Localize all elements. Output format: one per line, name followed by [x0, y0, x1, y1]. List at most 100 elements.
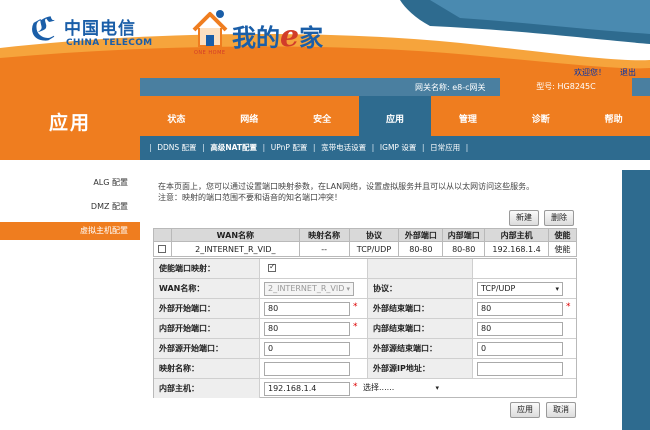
form-row-host: 内部主机： 192.168.1.4 * 选择...... ▾ [154, 379, 576, 399]
wan-label: WAN名称： [154, 279, 260, 298]
src-ip-input[interactable] [477, 362, 563, 376]
info-bar: 网关名称: e8-c网关 型号: HG8245C [140, 78, 650, 96]
wan-select[interactable]: 2_INTERNET_R_VID ▾ [264, 282, 354, 296]
nav-help[interactable]: 帮助 [577, 96, 650, 136]
table-header: 使能 [548, 228, 577, 242]
nav-network[interactable]: 网络 [213, 96, 286, 136]
brand-cn: 中国电信 [64, 19, 136, 39]
row-host: 192.168.1.4 [484, 241, 550, 257]
form-row-wan: WAN名称： 2_INTERNET_R_VID ▾ 协议： TCP/UDP ▾ [154, 279, 576, 299]
src-start-label: 外部源开始端口： [154, 339, 260, 358]
subnav-daily-apps[interactable]: 日常应用 [430, 136, 460, 160]
row-protocol: TCP/UDP [348, 241, 400, 257]
section-title-block: 应用 [0, 78, 140, 160]
host-label: 内部主机： [154, 379, 260, 398]
main-nav: 状态 网络 安全 应用 管理 诊断 帮助 [140, 96, 650, 136]
side-item-dmz[interactable]: DMZ 配置 [0, 198, 140, 216]
int-end-label: 内部结束端口： [367, 319, 473, 338]
enable-label: 使能端口映射： [154, 259, 260, 278]
house-icon [192, 10, 228, 47]
int-start-input[interactable]: 80 [264, 322, 350, 336]
product-e: e [280, 19, 300, 54]
description-line-1: 在本页面上，您可以通过设置端口映射参数，在LAN网络，设置虚拟服务并且可以从以太… [158, 182, 535, 191]
sub-nav-separator: | [421, 143, 425, 152]
int-end-input[interactable]: 80 [477, 322, 563, 336]
mapping-table: WAN名称 映射名称 协议 外部端口 内部端口 内部主机 使能 2_INTERN… [153, 228, 577, 257]
src-end-input[interactable]: 0 [477, 342, 563, 356]
enable-checkbox[interactable] [268, 262, 276, 272]
required-star: * [353, 302, 358, 312]
table-header: 外部端口 [398, 228, 444, 242]
section-title: 应用 [48, 112, 91, 134]
protocol-select-value: TCP/UDP [481, 284, 516, 293]
china-telecom-logo: ℭ 中国电信 CHINA TELECOM [30, 10, 170, 56]
one-home-logo: 我的e家 ONE HOME [190, 8, 360, 62]
form-row-map-name: 映射名称： 外部源IP地址： [154, 359, 576, 379]
nav-security[interactable]: 安全 [286, 96, 359, 136]
required-star: * [566, 302, 571, 312]
form-row-enable: 使能端口映射： [154, 259, 576, 279]
page-header: ℭ 中国电信 CHINA TELECOM 我的e家 ONE HOME 欢迎您！ 退… [0, 0, 650, 78]
cancel-button[interactable]: 取消 [546, 402, 576, 418]
chevron-down-icon: ▾ [555, 285, 559, 293]
map-name-label: 映射名称： [154, 359, 260, 378]
mapping-form: 使能端口映射： WAN名称： 2_INTERNET_R_VID ▾ 协议： TC… [153, 258, 577, 398]
subnav-advanced-nat[interactable]: 高级NAT配置 [210, 136, 257, 160]
right-decor-column [622, 170, 650, 430]
table-header [153, 228, 172, 242]
side-item-virtual-host[interactable]: 虚拟主机配置 [0, 222, 140, 240]
subnav-upnp[interactable]: UPnP 配置 [271, 136, 308, 160]
host-select-value: 选择...... [363, 383, 395, 392]
nav-diagnosis[interactable]: 诊断 [504, 96, 577, 136]
welcome-area: 欢迎您！ 退出 [560, 67, 636, 78]
src-start-input[interactable]: 0 [264, 342, 350, 356]
table-header: 协议 [348, 228, 400, 242]
host-input[interactable]: 192.168.1.4 [264, 382, 350, 396]
map-name-input[interactable] [264, 362, 350, 376]
sub-nav-separator: | [262, 143, 266, 152]
row-wan: 2_INTERNET_R_VID_ [170, 241, 300, 257]
model-badge: 型号: HG8245C [500, 78, 632, 96]
gateway-name: 网关名称: e8-c网关 [415, 83, 486, 92]
delete-button[interactable]: 删除 [544, 210, 574, 226]
subnav-ddns[interactable]: DDNS 配置 [157, 136, 196, 160]
brand-en: CHINA TELECOM [66, 38, 153, 48]
protocol-label: 协议： [367, 279, 473, 298]
sub-nav: | DDNS 配置 | 高级NAT配置 | UPnP 配置 | 宽带电话设置 |… [140, 136, 650, 160]
form-row-ext-port: 外部开始端口： 80 * 外部结束端口： 80 * [154, 299, 576, 319]
nav-management[interactable]: 管理 [431, 96, 504, 136]
ext-start-label: 外部开始端口： [154, 299, 260, 318]
new-button[interactable]: 新建 [509, 210, 539, 226]
nav-application[interactable]: 应用 [358, 96, 432, 136]
src-end-label: 外部源结束端口： [367, 339, 473, 358]
product-sub: ONE HOME [194, 50, 226, 56]
protocol-select[interactable]: TCP/UDP ▾ [477, 282, 563, 296]
sub-nav-separator: | [202, 143, 205, 152]
empty-label [367, 259, 473, 278]
apply-button[interactable]: 应用 [510, 402, 540, 418]
row-checkbox[interactable] [158, 245, 167, 253]
ext-start-input[interactable]: 80 [264, 302, 350, 316]
row-checkbox-cell [153, 241, 172, 257]
description-line-2: 注意：映射的端口范围不要和语音的知名端口冲突！ [158, 193, 342, 202]
host-select[interactable]: 选择...... ▾ [360, 382, 442, 396]
chevron-down-icon: ▾ [346, 285, 350, 293]
table-header: 映射名称 [298, 228, 350, 242]
table-header: WAN名称 [170, 228, 300, 242]
row-name: -- [298, 241, 350, 257]
product-prefix: 我的 [232, 24, 280, 52]
form-row-src-port: 外部源开始端口： 0 外部源结束端口： 0 [154, 339, 576, 359]
subnav-igmp[interactable]: IGMP 设置 [380, 136, 416, 160]
nav-status[interactable]: 状态 [140, 96, 213, 136]
table-row[interactable]: 2_INTERNET_R_VID_ -- TCP/UDP 80-80 80-80… [153, 241, 577, 257]
sub-nav-separator: | [312, 143, 316, 152]
logout-link[interactable]: 退出 [620, 68, 636, 77]
subnav-voip[interactable]: 宽带电话设置 [321, 136, 366, 160]
ext-end-input[interactable]: 80 [477, 302, 563, 316]
ext-end-label: 外部结束端口： [367, 299, 473, 318]
chevron-down-icon: ▾ [435, 384, 439, 392]
side-item-alg[interactable]: ALG 配置 [0, 174, 140, 192]
row-int-port: 80-80 [442, 241, 486, 257]
src-ip-label: 外部源IP地址： [367, 359, 473, 378]
side-menu: ALG 配置 DMZ 配置 虚拟主机配置 [0, 160, 140, 430]
